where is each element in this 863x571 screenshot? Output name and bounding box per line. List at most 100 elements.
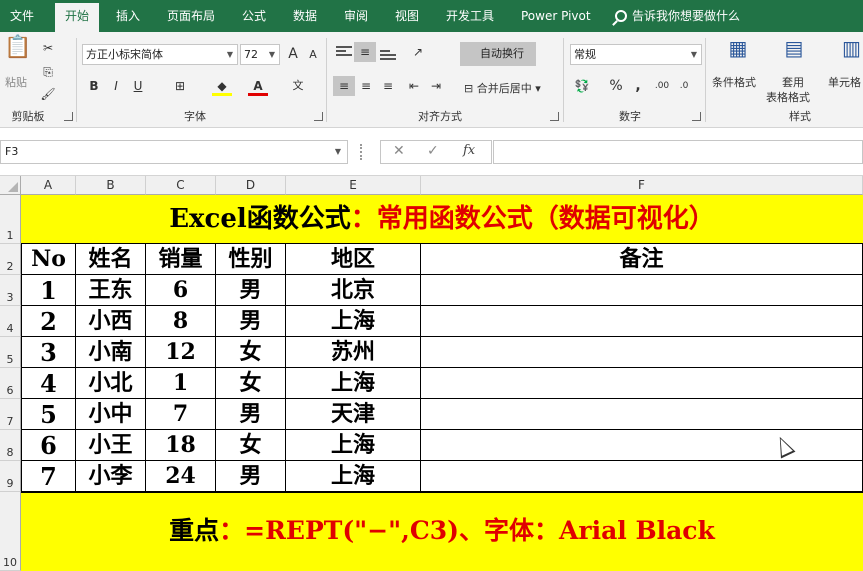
table-format-button-line2[interactable]: 表格格式 (766, 89, 810, 105)
orientation-icon[interactable]: ↗ (408, 42, 428, 62)
column-header-f[interactable]: F (421, 176, 863, 195)
cell-sales[interactable]: 18 (146, 430, 216, 461)
tab-review[interactable]: 审阅 (344, 0, 368, 32)
tab-power-pivot[interactable]: Power Pivot (521, 0, 591, 32)
cell-name[interactable]: 小西 (76, 306, 146, 337)
note-cell[interactable]: 重点：=REPT("−",C3)、字体：Arial Black (21, 492, 863, 571)
cell-name[interactable]: 小王 (76, 430, 146, 461)
font-launcher-icon[interactable] (314, 112, 323, 121)
cell-sales[interactable]: 24 (146, 461, 216, 492)
cell-name[interactable]: 王东 (76, 275, 146, 306)
conditional-format-button[interactable]: 条件格式 (712, 74, 756, 90)
align-left-icon[interactable]: ≡ (333, 76, 355, 96)
formula-input[interactable] (493, 140, 863, 164)
wrap-text-button[interactable]: 自动换行 (460, 42, 536, 66)
column-header-a[interactable]: A (21, 176, 76, 195)
tab-data[interactable]: 数据 (293, 0, 317, 32)
cell-remark[interactable] (421, 275, 863, 306)
cell-remark[interactable] (421, 399, 863, 430)
cell-sales[interactable]: 1 (146, 368, 216, 399)
row-header-10[interactable]: 10 (0, 492, 21, 571)
grow-font-button[interactable]: A (283, 44, 303, 64)
row-header-3[interactable]: 3 (0, 275, 21, 306)
shrink-font-button[interactable]: A (303, 45, 323, 65)
cell-no[interactable]: 5 (21, 399, 76, 430)
number-format-select[interactable]: 常规 ▼ (570, 44, 702, 65)
splitter-handle[interactable] (360, 144, 364, 160)
cell-no[interactable]: 1 (21, 275, 76, 306)
cell-sales[interactable]: 7 (146, 399, 216, 430)
cell-gender[interactable]: 男 (216, 275, 286, 306)
cell-sales[interactable]: 12 (146, 337, 216, 368)
column-header-c[interactable]: C (146, 176, 216, 195)
cell-remark[interactable] (421, 461, 863, 492)
clipboard-launcher-icon[interactable] (64, 112, 73, 121)
align-center-icon[interactable]: ≡ (356, 76, 376, 96)
increase-decimal-icon[interactable]: .00 (652, 76, 672, 96)
cell-gender[interactable]: 女 (216, 337, 286, 368)
tab-insert[interactable]: 插入 (116, 0, 140, 32)
tab-file[interactable]: 文件 (10, 0, 34, 32)
cell-gender[interactable]: 男 (216, 399, 286, 430)
row-header-7[interactable]: 7 (0, 399, 21, 430)
cell-gender[interactable]: 女 (216, 430, 286, 461)
decrease-indent-icon[interactable]: ⇤ (404, 76, 424, 96)
cell-region[interactable]: 天津 (286, 399, 421, 430)
underline-button[interactable]: U (128, 76, 148, 96)
row-header-4[interactable]: 4 (0, 306, 21, 337)
align-middle-icon[interactable]: ≡ (354, 42, 376, 62)
insert-function-button[interactable]: fx (463, 143, 475, 158)
name-box[interactable]: F3 ▼ (0, 140, 348, 164)
cell-no[interactable]: 3 (21, 337, 76, 368)
format-painter-icon[interactable]: 🖌 (38, 84, 58, 104)
align-top-icon[interactable] (336, 46, 352, 58)
cell-region[interactable]: 上海 (286, 368, 421, 399)
cell-no[interactable]: 2 (21, 306, 76, 337)
cell-gender[interactable]: 男 (216, 461, 286, 492)
row-header-2[interactable]: 2 (0, 244, 21, 275)
percent-button[interactable]: % (606, 76, 626, 96)
increase-indent-icon[interactable]: ⇥ (426, 76, 446, 96)
font-size-select[interactable]: 72 ▼ (240, 44, 280, 65)
cell-region[interactable]: 上海 (286, 430, 421, 461)
cell-sales[interactable]: 6 (146, 275, 216, 306)
table-format-icon[interactable]: ▤ (780, 38, 808, 68)
header-remark[interactable]: 备注 (421, 244, 863, 275)
header-gender[interactable]: 性别 (216, 244, 286, 275)
font-color-icon[interactable]: A (248, 76, 268, 96)
accounting-format-icon[interactable]: 💱 (572, 76, 592, 96)
row-header-1[interactable]: 1 (0, 195, 21, 244)
row-header-9[interactable]: 9 (0, 461, 21, 492)
cell-gender[interactable]: 女 (216, 368, 286, 399)
borders-icon[interactable]: ⊞ (170, 76, 190, 96)
cell-styles-button[interactable]: 单元格 (828, 74, 861, 90)
copy-icon[interactable]: ⎘ (38, 62, 58, 82)
row-header-6[interactable]: 6 (0, 368, 21, 399)
title-cell[interactable]: Excel函数公式：常用函数公式（数据可视化） (21, 195, 863, 244)
column-header-b[interactable]: B (76, 176, 146, 195)
tab-formulas[interactable]: 公式 (242, 0, 266, 32)
cell-sales[interactable]: 8 (146, 306, 216, 337)
cell-no[interactable]: 7 (21, 461, 76, 492)
enter-icon[interactable]: ✓ (427, 143, 439, 159)
tab-view[interactable]: 视图 (395, 0, 419, 32)
comma-button[interactable]: , (628, 76, 648, 96)
fill-color-icon[interactable]: ◆ (212, 76, 232, 96)
cell-name[interactable]: 小李 (76, 461, 146, 492)
header-name[interactable]: 姓名 (76, 244, 146, 275)
cell-gender[interactable]: 男 (216, 306, 286, 337)
cell-remark[interactable] (421, 306, 863, 337)
merge-center-button[interactable]: ⊟ 合并后居中 ▾ (464, 80, 541, 96)
align-right-icon[interactable]: ≡ (378, 76, 398, 96)
header-region[interactable]: 地区 (286, 244, 421, 275)
cell-region[interactable]: 苏州 (286, 337, 421, 368)
paste-icon[interactable]: 📋 (4, 37, 31, 72)
cell-region[interactable]: 上海 (286, 461, 421, 492)
paste-button[interactable]: 粘贴 (5, 74, 27, 90)
header-sales[interactable]: 销量 (146, 244, 216, 275)
phonetic-icon[interactable]: 文 (288, 76, 308, 96)
tab-page-layout[interactable]: 页面布局 (167, 0, 215, 32)
row-header-5[interactable]: 5 (0, 337, 21, 368)
tab-home[interactable]: 开始 (55, 3, 100, 32)
cell-styles-icon[interactable]: ▥ (840, 38, 863, 68)
